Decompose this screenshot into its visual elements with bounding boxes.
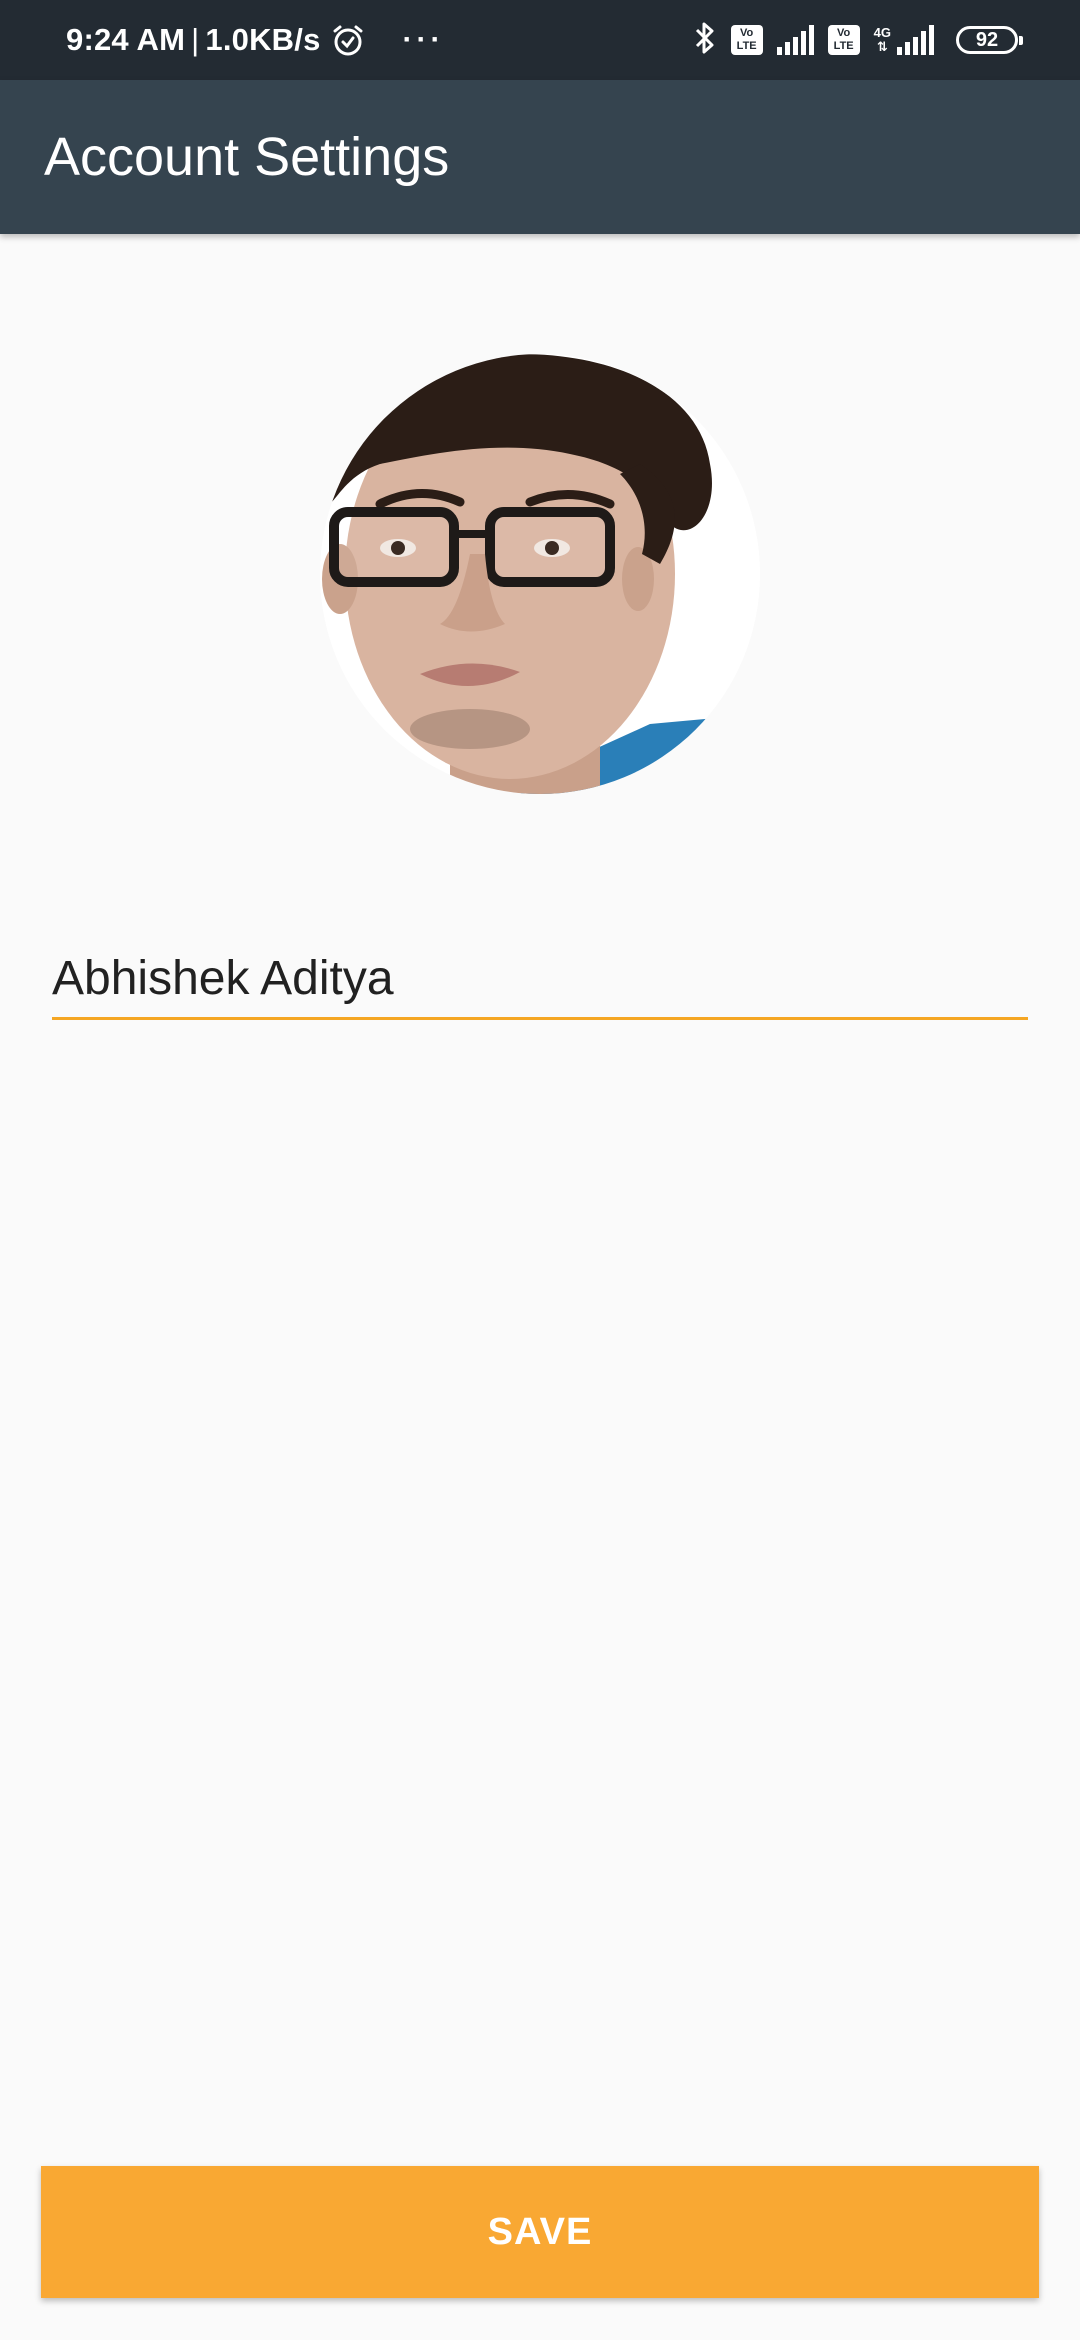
volte-icon-2: Vo LTE [827,25,860,55]
app-bar: Account Settings [0,80,1080,234]
alarm-icon [331,23,365,57]
volte-icon: Vo LTE [730,25,763,55]
network-type-label: 4G [873,25,891,40]
save-button[interactable]: SAVE [41,2166,1039,2298]
page-title: Account Settings [44,127,450,187]
name-field[interactable] [52,940,1028,1020]
data-arrows-icon: ⇅ [876,39,888,54]
network-type: 4G ⇅ [874,26,891,54]
more-notifications-icon: ··· [402,23,445,56]
battery-level: 92 [975,28,999,51]
signal-icon [776,25,814,55]
status-bar: 9:24 AM | 1.0KB/s ··· Vo LTE Vo LTE 4G ⇅ [0,0,1080,80]
status-left: 9:24 AM | 1.0KB/s ··· [66,0,445,80]
profile-photo [320,354,760,794]
status-time: 9:24 AM [66,22,186,57]
avatar[interactable] [320,354,760,794]
bluetooth-icon [693,21,717,60]
battery-icon: 92 [956,26,1023,54]
network-speed: 1.0KB/s [205,22,321,57]
signal-icon-2 [897,25,934,55]
status-right: Vo LTE Vo LTE 4G ⇅ 92 [693,0,1023,80]
status-separator: | [191,22,200,57]
